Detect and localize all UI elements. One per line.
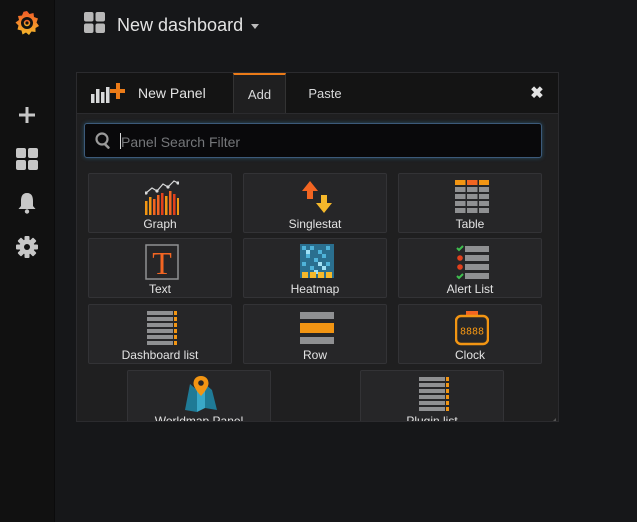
- tile-heatmap[interactable]: Heatmap: [243, 238, 387, 298]
- dashboard-grid-icon[interactable]: [84, 12, 105, 38]
- plugin-list-icon: [417, 376, 451, 412]
- tile-label: Plugin list: [406, 414, 458, 422]
- tab-add[interactable]: Add: [233, 73, 286, 113]
- tile-alert-list[interactable]: Alert List: [398, 238, 542, 298]
- tile-plugin-list[interactable]: Plugin list: [360, 370, 504, 422]
- text-icon: T: [145, 244, 179, 280]
- dashboard-title[interactable]: New dashboard: [117, 15, 243, 36]
- grafana-logo-icon[interactable]: [14, 10, 40, 36]
- row-icon: [300, 310, 334, 346]
- tile-label: Singlestat: [288, 217, 342, 231]
- new-panel-dialog: New Panel Add Paste ✖ Panel Search Filte…: [76, 72, 559, 422]
- dashboards-icon[interactable]: [14, 146, 40, 172]
- tile-graph[interactable]: Graph: [88, 173, 232, 233]
- graph-icon: [145, 179, 179, 215]
- panel-title: New Panel: [138, 85, 206, 101]
- chevron-down-icon[interactable]: [251, 24, 260, 29]
- new-panel-icon: [91, 82, 126, 109]
- singlestat-icon: [300, 179, 334, 215]
- gear-icon[interactable]: [14, 234, 40, 260]
- tile-clock[interactable]: 8888 Clock: [398, 304, 542, 364]
- tile-worldmap-panel[interactable]: Worldmap Panel: [127, 370, 271, 422]
- tile-label: Clock: [454, 348, 485, 362]
- worldmap-icon: [184, 376, 218, 412]
- tile-label: Row: [302, 348, 327, 362]
- tile-singlestat[interactable]: Singlestat: [243, 173, 387, 233]
- tab-paste[interactable]: Paste: [295, 73, 355, 113]
- table-icon: [455, 179, 489, 215]
- panel-header: New Panel Add Paste ✖: [77, 73, 558, 114]
- tile-label: Text: [148, 282, 171, 296]
- search-icon: [95, 132, 113, 155]
- svg-text:8888: 8888: [460, 327, 484, 338]
- resize-handle[interactable]: [550, 411, 556, 421]
- tile-dashboard-list[interactable]: Dashboard list: [88, 304, 232, 364]
- tile-label: Heatmap: [290, 282, 340, 296]
- plus-icon[interactable]: [14, 102, 40, 128]
- tile-label: Alert List: [446, 282, 494, 296]
- heatmap-icon: [300, 244, 334, 280]
- clock-icon: 8888: [455, 310, 489, 346]
- bell-icon[interactable]: [14, 190, 40, 216]
- dashboard-header: New dashboard: [84, 12, 260, 38]
- tile-table[interactable]: Table: [398, 173, 542, 233]
- alert-list-icon: [455, 244, 489, 280]
- tile-row[interactable]: Row: [243, 304, 387, 364]
- close-icon[interactable]: ✖: [527, 83, 547, 103]
- tile-label: Graph: [143, 217, 177, 231]
- sidebar: [0, 0, 55, 522]
- tile-text[interactable]: T Text: [88, 238, 232, 298]
- tile-label: Table: [455, 217, 485, 231]
- svg-text:T: T: [152, 245, 172, 280]
- tile-label: Worldmap Panel: [154, 414, 244, 422]
- search-input[interactable]: [119, 130, 533, 154]
- tile-label: Dashboard list: [121, 348, 199, 362]
- dashboard-list-icon: [145, 310, 179, 346]
- panel-search: [84, 123, 542, 158]
